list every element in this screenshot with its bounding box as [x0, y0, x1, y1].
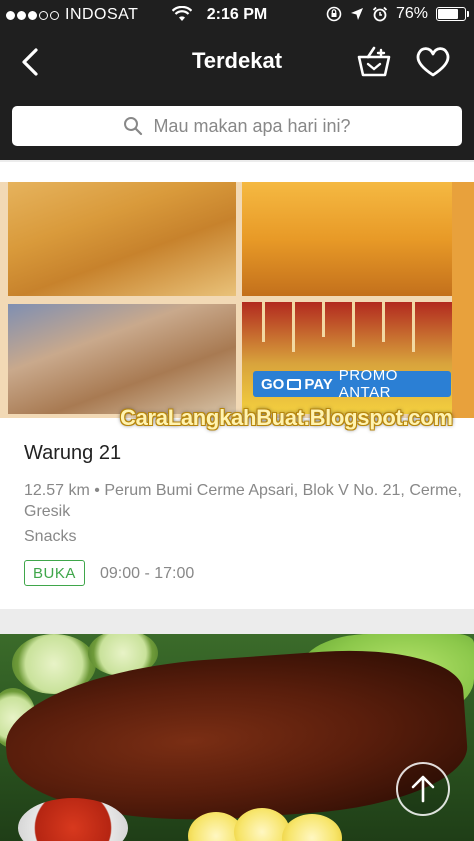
favorites-button[interactable]: [413, 44, 453, 80]
search-placeholder: Mau makan apa hari ini?: [153, 115, 351, 136]
bullet-separator: •: [94, 482, 105, 499]
heart-icon: [416, 47, 450, 77]
battery-level: [438, 9, 458, 19]
page-title: Terdekat: [191, 48, 283, 73]
opening-hours: 09:00 - 17:00: [100, 565, 195, 582]
search-input[interactable]: Mau makan apa hari ini?: [12, 106, 462, 146]
search-icon: [124, 117, 143, 136]
restaurant-distance: 12.57 km: [24, 482, 90, 499]
scroll-to-top-button[interactable]: [396, 762, 450, 816]
restaurant-card-2[interactable]: [0, 634, 474, 841]
battery-percent: 76%: [395, 5, 428, 22]
app-header: Terdekat: [0, 30, 474, 94]
restaurant-address: Perum Bumi Cerme Apsari, Blok V No. 21, …: [24, 482, 462, 520]
gopay-promo-badge: GO PAY PROMO ANTAR: [253, 367, 451, 401]
photo-tile-snacks: [242, 182, 452, 296]
arrow-up-icon: [411, 775, 435, 803]
basket-icon: [357, 46, 391, 77]
photo-tile-pastries: [8, 182, 236, 296]
restaurant-card[interactable]: GO PAY PROMO ANTAR CaraLangkahBuat.Blogs…: [0, 162, 474, 609]
promo-text: PROMO ANTAR: [338, 367, 398, 401]
status-bar: INDOSAT 2:16 PM 76%: [0, 0, 474, 30]
restaurant-name: Warung 21: [24, 442, 122, 464]
battery-icon: [436, 7, 469, 21]
photo-tile-chips: [8, 304, 236, 414]
rotation-lock-icon: [326, 6, 342, 22]
watermark-text: CaraLangkahBuat.Blogspot.com: [120, 405, 453, 430]
gopay-logo: GO PAY: [261, 376, 333, 393]
restaurant-address-line: 12.57 km • Perum Bumi Cerme Apsari, Blok…: [24, 480, 464, 522]
open-status-badge: BUKA: [24, 560, 85, 586]
restaurant-category: Snacks: [24, 528, 77, 545]
basket-button[interactable]: [354, 44, 394, 80]
wallet-icon: [287, 378, 302, 390]
search-bar-area: Mau makan apa hari ini?: [0, 94, 474, 160]
status-right-group: 76%: [326, 5, 469, 23]
alarm-icon: [372, 6, 388, 22]
location-arrow-icon: [350, 8, 363, 20]
gopay-go: GO: [261, 375, 285, 393]
gopay-pay: PAY: [304, 375, 333, 393]
photo-edge: [452, 182, 474, 418]
